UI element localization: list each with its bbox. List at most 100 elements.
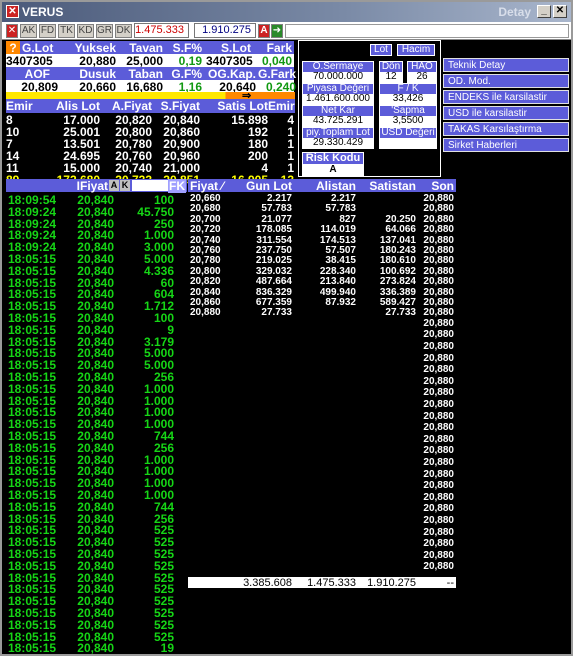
trade-row: 18:05:15 20,840 744	[6, 500, 187, 514]
cell-gun-lot: 237.750	[255, 245, 292, 256]
sirket-haberleri-button[interactable]: Sirket Haberleri	[443, 138, 569, 152]
label-taban: Taban	[128, 67, 163, 81]
minimize-icon[interactable]: _	[537, 5, 551, 18]
cell-gun-lot: 836.329	[255, 286, 292, 298]
tab-tk[interactable]: TK	[58, 24, 75, 38]
cell-fiyat: 20,680	[190, 203, 221, 215]
cell-fiyat: 20,880	[190, 307, 221, 319]
cell-son: 20,880	[423, 224, 454, 236]
trade-row: 18:05:15 20,840 525	[6, 618, 187, 632]
trade-row: 18:05:15 20,840 525	[6, 630, 187, 644]
cell-gun-lot: 311.554	[256, 234, 292, 246]
depth-row: 11 15.000 20,740 21,000 4 1	[6, 161, 295, 175]
son-row: 20,880	[188, 387, 456, 398]
buy-volume-field: 1.910.275	[194, 23, 256, 38]
tab-ak[interactable]: AK	[20, 24, 37, 38]
cell-satistan: 589.427	[379, 297, 416, 308]
label-yuksek: Yuksek	[74, 41, 116, 55]
red-x-icon[interactable]: ✕	[6, 24, 18, 38]
cell-son: 20,880	[423, 526, 454, 538]
son-row: 20,880	[188, 457, 456, 468]
tab-kd[interactable]: KD	[77, 24, 94, 38]
depth-row: 7 13.501 20,780 20,900 180 1	[6, 137, 295, 151]
cell-son: 20,880	[423, 213, 454, 225]
total-son: --	[446, 577, 454, 589]
trade-row: 18:05:15 20,840 5.000	[6, 358, 187, 372]
tab-dk[interactable]: DK	[115, 24, 132, 38]
cell-son: 20,880	[423, 457, 454, 468]
son-row: 20,880	[188, 318, 456, 329]
trade-row: 18:05:15 20,840 1.000	[6, 464, 187, 478]
cell-satistan: 180.243	[379, 245, 416, 256]
volume-row: 20,680 57.783 57.783 20,880	[188, 203, 456, 214]
volume-row: 20,820 487.664 213.840 273.824 20,880	[188, 276, 456, 287]
cell-gun-lot: 27.733	[261, 307, 292, 319]
son-row: 20,880	[188, 329, 456, 340]
cell-satistan: 100.692	[379, 265, 416, 277]
son-row: 20,880	[188, 434, 456, 445]
trade-row: 18:05:15 20,840 256	[6, 370, 187, 384]
tab-gr[interactable]: GR	[96, 24, 113, 38]
takas-compare-button[interactable]: TAKAS Karsılaştırma	[443, 122, 569, 136]
value-fk: 33,426	[379, 94, 437, 105]
col-fiyat: Fiyat ⁄	[190, 179, 224, 193]
cell-satistan: 20.250	[385, 213, 416, 225]
cell-alistan: 213.840	[319, 276, 356, 288]
cell-son: 20,880	[423, 234, 454, 246]
volume-row: 20,660 2.217 2.217 20,880	[188, 193, 456, 204]
trade-row: 18:05:15 20,840 1.000	[6, 405, 187, 419]
fk-button[interactable]: FK	[168, 179, 186, 193]
cell-son: 20,880	[423, 399, 454, 410]
sell-volume-field: 1.475.333	[134, 23, 189, 38]
cell-son: 20,880	[423, 422, 454, 434]
cell-gun-lot: 2.217	[266, 193, 292, 204]
cell-alistan: 57.783	[325, 203, 356, 215]
son-row: 20,880	[188, 550, 456, 561]
col-afiyat: A.Fiyat	[111, 99, 152, 113]
value-piy-toplam: 29.330.429	[302, 138, 374, 149]
cell-alistan: 87.932	[325, 297, 356, 308]
teknik-detay-button[interactable]: Teknik Detay	[443, 58, 569, 72]
depth-row: 14 24.695 20,760 20,960 200 1	[6, 149, 295, 163]
volume-totals: 3.385.608 1.475.333 1.910.275 --	[188, 577, 456, 589]
trade-row: 18:05:15 20,840 1.000	[6, 382, 187, 396]
hacim-button[interactable]: Hacim	[397, 44, 435, 56]
label-dusuk: Dusuk	[79, 67, 116, 81]
value-sf: 0,19	[178, 54, 202, 68]
trade-row: 18:05:15 20,840 1.000	[6, 453, 187, 467]
help-icon[interactable]: ?	[6, 41, 20, 55]
son-row: 20,880	[188, 422, 456, 433]
label-slot: S.Lot	[221, 41, 251, 55]
cell-alistan: 57.507	[325, 245, 356, 256]
tab-fd[interactable]: FD	[39, 24, 56, 38]
app-window: ✕ VERUS Detay _ ✕ ✕ AK FD TK KD GR DK 1.…	[0, 0, 573, 656]
cell-son: 20,880	[423, 491, 454, 503]
value-don: 12	[379, 72, 403, 83]
endeks-compare-button[interactable]: ENDEKS ile karsilastir	[443, 90, 569, 104]
sort-k-icon[interactable]: K	[120, 180, 130, 191]
summary-header-2: AOF Dusuk Taban G.F% OG.Kap. G.Fark	[6, 67, 296, 81]
volume-row: 20,780 219.025 38.415 180.610 20,880	[188, 255, 456, 266]
symbol-input[interactable]	[285, 24, 569, 38]
trade-row: 18:09:24 20,840 45.750	[6, 205, 187, 219]
cell-son: 20,880	[423, 538, 454, 550]
volume-row: 20,800 329.032 228.340 100.692 20,880	[188, 266, 456, 277]
value-glot: 3407305	[6, 54, 53, 68]
sort-a-icon[interactable]: A	[109, 180, 119, 191]
usd-compare-button[interactable]: USD ile karsilastir	[443, 106, 569, 120]
cell-son: 20,880	[423, 203, 454, 215]
close-icon[interactable]: ✕	[553, 5, 567, 18]
lot-button[interactable]: Lot	[370, 44, 392, 56]
a-button[interactable]: A	[258, 24, 270, 38]
cell-son: 20,880	[423, 364, 454, 376]
close-app-icon[interactable]: ✕	[6, 5, 19, 18]
detail-title: Detay	[498, 5, 531, 19]
son-row: 20,880	[188, 376, 456, 387]
son-row: 20,880	[188, 480, 456, 491]
son-row: 20,880	[188, 399, 456, 410]
od-mod-button[interactable]: OD. Mod.	[443, 74, 569, 88]
value-fark: 0,040	[261, 54, 292, 68]
arrow-right-icon[interactable]: ➜	[271, 24, 283, 38]
filter-input[interactable]	[132, 180, 168, 191]
title-bar[interactable]: ✕ VERUS Detay _ ✕	[2, 2, 571, 22]
